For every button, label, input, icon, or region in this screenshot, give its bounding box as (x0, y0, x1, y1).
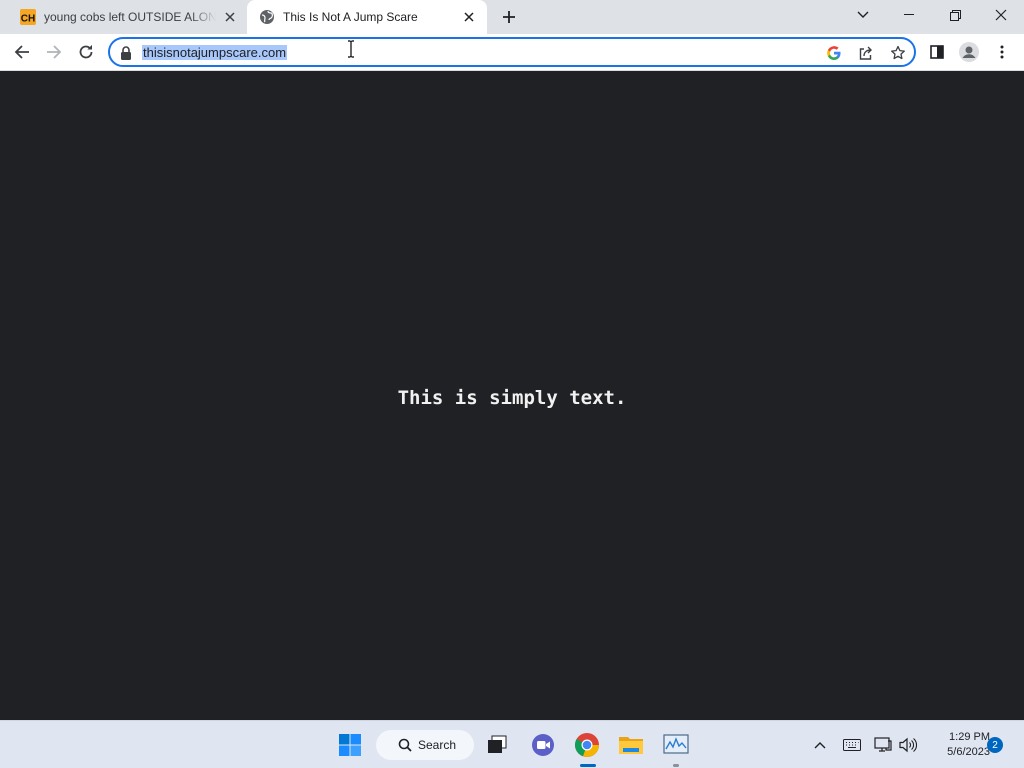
browser-toolbar: thisisnotajumpscare.com (0, 34, 1024, 71)
search-label: Search (418, 738, 457, 752)
address-bar[interactable]: thisisnotajumpscare.com (108, 37, 916, 67)
close-window-button[interactable] (978, 0, 1024, 30)
clock-date: 5/6/2023 (947, 746, 990, 758)
globe-icon (259, 9, 275, 25)
running-app-indicator (673, 764, 679, 767)
tab-strip: CH young cobs left OUTSIDE ALONE This Is… (0, 0, 1024, 34)
tab-title: young cobs left OUTSIDE ALONE (44, 10, 216, 24)
performance-monitor-icon[interactable] (660, 729, 692, 761)
page-content: This is simply text. (0, 71, 1024, 720)
ch-logo-icon: CH (20, 9, 36, 25)
tab-search-icon[interactable] (840, 0, 886, 30)
windows-start-icon[interactable] (334, 729, 366, 761)
restore-button[interactable] (932, 0, 978, 30)
task-view-icon[interactable] (481, 729, 513, 761)
more-menu-icon[interactable] (988, 38, 1016, 66)
page-text: This is simply text. (397, 386, 627, 409)
share-icon[interactable] (856, 43, 876, 63)
file-explorer-icon[interactable] (615, 729, 647, 761)
chrome-icon[interactable] (571, 729, 603, 761)
notification-badge[interactable]: 2 (987, 737, 1003, 753)
close-tab-icon[interactable] (222, 9, 238, 25)
new-tab-button[interactable] (497, 5, 521, 29)
lock-icon[interactable] (120, 46, 134, 60)
keyboard-icon[interactable] (842, 735, 862, 755)
network-icon[interactable] (873, 735, 893, 755)
taskbar-search-button[interactable]: Search (376, 730, 474, 760)
tab-inactive[interactable]: CH young cobs left OUTSIDE ALONE (12, 0, 246, 34)
chevron-up-icon[interactable] (810, 735, 830, 755)
reload-button[interactable] (70, 36, 102, 68)
minimize-button[interactable] (886, 0, 932, 30)
volume-icon[interactable] (898, 735, 918, 755)
text-cursor-icon (347, 40, 355, 58)
taskbar: Search 1:29 PM 5/6/2023 2 (0, 720, 1024, 768)
forward-button[interactable] (38, 36, 70, 68)
google-lens-icon[interactable] (824, 43, 844, 63)
tab-title: This Is Not A Jump Scare (283, 10, 418, 24)
bookmark-star-icon[interactable] (888, 43, 908, 63)
system-clock[interactable]: 1:29 PM 5/6/2023 (922, 730, 990, 760)
clock-time: 1:29 PM (949, 731, 990, 743)
tab-active[interactable]: This Is Not A Jump Scare (247, 0, 487, 34)
meet-chat-icon[interactable] (527, 729, 559, 761)
ch-logo-text: CH (21, 14, 35, 25)
url-text[interactable]: thisisnotajumpscare.com (142, 45, 288, 60)
profile-avatar[interactable] (955, 38, 983, 66)
close-tab-icon[interactable] (461, 9, 477, 25)
active-app-indicator (580, 764, 596, 767)
back-button[interactable] (6, 36, 38, 68)
search-icon (398, 738, 412, 752)
side-panel-icon[interactable] (923, 38, 951, 66)
